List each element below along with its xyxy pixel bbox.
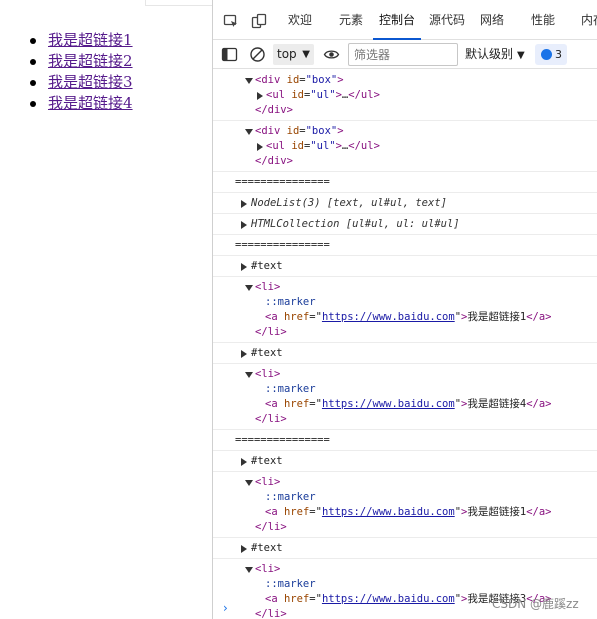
href-link[interactable]: https://www.baidu.com [322, 506, 455, 518]
collapse-arrow-icon[interactable] [241, 350, 247, 358]
list-item: 我是超链接1 [30, 30, 133, 51]
console-line: </div> [255, 155, 293, 167]
console-line: ::marker [265, 383, 316, 395]
console-line[interactable]: <li> [213, 475, 597, 490]
expand-arrow-icon[interactable] [245, 129, 253, 135]
console-entry: #text [213, 343, 597, 364]
devtools-tab-bar: 欢迎 元素 控制台 源代码 网络 性能 内存 [213, 0, 597, 40]
link-list: 我是超链接1 我是超链接2 我是超链接3 我是超链接4 [30, 30, 133, 114]
console-entry: =============== [213, 235, 597, 256]
list-item: 我是超链接2 [30, 51, 133, 72]
console-entry: <li> ::marker <a href="https://www.baidu… [213, 364, 597, 430]
hyperlink-3[interactable]: 我是超链接3 [48, 73, 133, 91]
context-select[interactable]: top ▼ [273, 44, 314, 65]
console-line[interactable]: #text [213, 259, 597, 274]
console-line[interactable]: HTMLCollection [ul#ul, ul: ul#ul] [213, 217, 597, 232]
console-separator: =============== [235, 176, 330, 188]
console-separator: =============== [235, 239, 330, 251]
tab-console[interactable]: 控制台 [372, 0, 422, 40]
console-toolbar: top ▼ 默认级别▼ 3 [213, 40, 597, 69]
expand-arrow-icon[interactable] [245, 480, 253, 486]
live-expression-eye-icon[interactable] [323, 46, 340, 63]
tab-elements[interactable]: 元素 [339, 0, 363, 40]
list-item: 我是超链接3 [30, 72, 133, 93]
collapse-arrow-icon[interactable] [241, 263, 247, 271]
collapse-arrow-icon[interactable] [257, 92, 263, 100]
console-entry: =============== [213, 172, 597, 193]
console-entry: NodeList(3) [text, ul#ul, text] [213, 193, 597, 214]
collapse-arrow-icon[interactable] [241, 545, 247, 553]
log-levels-dropdown[interactable]: 默认级别 ▼ [465, 44, 525, 65]
collapse-arrow-icon[interactable] [257, 143, 263, 151]
message-bubble-icon [541, 49, 552, 60]
href-link[interactable]: https://www.baidu.com [322, 398, 455, 410]
console-entry: <div id="box"> <ul id="ul">…</ul> </div> [213, 121, 597, 172]
chevron-down-icon: ▼ [302, 49, 310, 60]
console-line[interactable]: NodeList(3) [text, ul#ul, text] [213, 196, 597, 211]
console-prompt-icon[interactable]: › [223, 601, 228, 615]
console-line: <a href="https://www.baidu.com">我是超链接1</… [265, 311, 552, 323]
console-line[interactable]: <div id="box"> [213, 124, 597, 139]
console-separator: =============== [235, 434, 330, 446]
console-entry: <div id="box"> <ul id="ul">…</ul> </div> [213, 70, 597, 121]
console-entry: <li> ::marker <a href="https://www.baidu… [213, 472, 597, 538]
collapse-arrow-icon[interactable] [241, 458, 247, 466]
console-output: <div id="box"> <ul id="ul">…</ul> </div>… [213, 70, 597, 619]
watermark: CSDN @鹿蹊zz [492, 597, 579, 611]
console-entry: =============== [213, 430, 597, 451]
console-line[interactable]: #text [213, 346, 597, 361]
console-entry: #text [213, 451, 597, 472]
console-line[interactable]: <div id="box"> [213, 73, 597, 88]
expand-arrow-icon[interactable] [245, 567, 253, 573]
console-line[interactable]: <li> [213, 562, 597, 577]
filter-input[interactable] [348, 43, 458, 66]
inspect-element-icon[interactable] [223, 13, 239, 29]
console-line: </li> [255, 521, 287, 533]
collapse-arrow-icon[interactable] [241, 221, 247, 229]
console-line[interactable]: <li> [213, 367, 597, 382]
console-line[interactable]: #text [213, 541, 597, 556]
console-line: </li> [255, 413, 287, 425]
issues-badge[interactable]: 3 [535, 44, 567, 65]
clear-console-icon[interactable] [249, 46, 266, 63]
console-line[interactable]: <li> [213, 280, 597, 295]
device-toolbar-icon[interactable] [251, 13, 267, 29]
expand-arrow-icon[interactable] [245, 78, 253, 84]
web-page: 我是超链接1 我是超链接2 我是超链接3 我是超链接4 [0, 0, 212, 619]
tab-sources[interactable]: 源代码 [429, 0, 465, 40]
chevron-down-icon: ▼ [517, 50, 525, 61]
console-line[interactable]: <ul id="ul">…</ul> [213, 139, 597, 154]
href-link[interactable]: https://www.baidu.com [322, 311, 455, 323]
list-item: 我是超链接4 [30, 93, 133, 114]
tab-performance[interactable]: 性能 [531, 0, 555, 40]
console-line: ::marker [265, 491, 316, 503]
page-top-divider [145, 0, 212, 6]
hyperlink-1[interactable]: 我是超链接1 [48, 31, 133, 49]
sidebar-toggle-icon[interactable] [221, 46, 238, 63]
console-line[interactable]: <ul id="ul">…</ul> [213, 88, 597, 103]
collapse-arrow-icon[interactable] [241, 200, 247, 208]
hyperlink-2[interactable]: 我是超链接2 [48, 52, 133, 70]
console-line: </li> [255, 326, 287, 338]
expand-arrow-icon[interactable] [245, 372, 253, 378]
devtools-panel: 欢迎 元素 控制台 源代码 网络 性能 内存 top ▼ 默认级别▼ 3 [212, 0, 597, 619]
tab-network[interactable]: 网络 [480, 0, 504, 40]
expand-arrow-icon[interactable] [245, 285, 253, 291]
console-line: <a href="https://www.baidu.com">我是超链接1</… [265, 506, 552, 518]
console-line: ::marker [265, 578, 316, 590]
console-line: <a href="https://www.baidu.com">我是超链接4</… [265, 398, 552, 410]
href-link[interactable]: https://www.baidu.com [322, 593, 455, 605]
tab-welcome[interactable]: 欢迎 [288, 0, 312, 40]
console-line: </div> [255, 104, 293, 116]
console-line: ::marker [265, 296, 316, 308]
console-entry: #text [213, 538, 597, 559]
console-entry: <li> ::marker <a href="https://www.baidu… [213, 277, 597, 343]
console-entry: HTMLCollection [ul#ul, ul: ul#ul] [213, 214, 597, 235]
hyperlink-4[interactable]: 我是超链接4 [48, 94, 133, 112]
tab-memory[interactable]: 内存 [581, 0, 597, 40]
console-entry: #text [213, 256, 597, 277]
console-line[interactable]: #text [213, 454, 597, 469]
